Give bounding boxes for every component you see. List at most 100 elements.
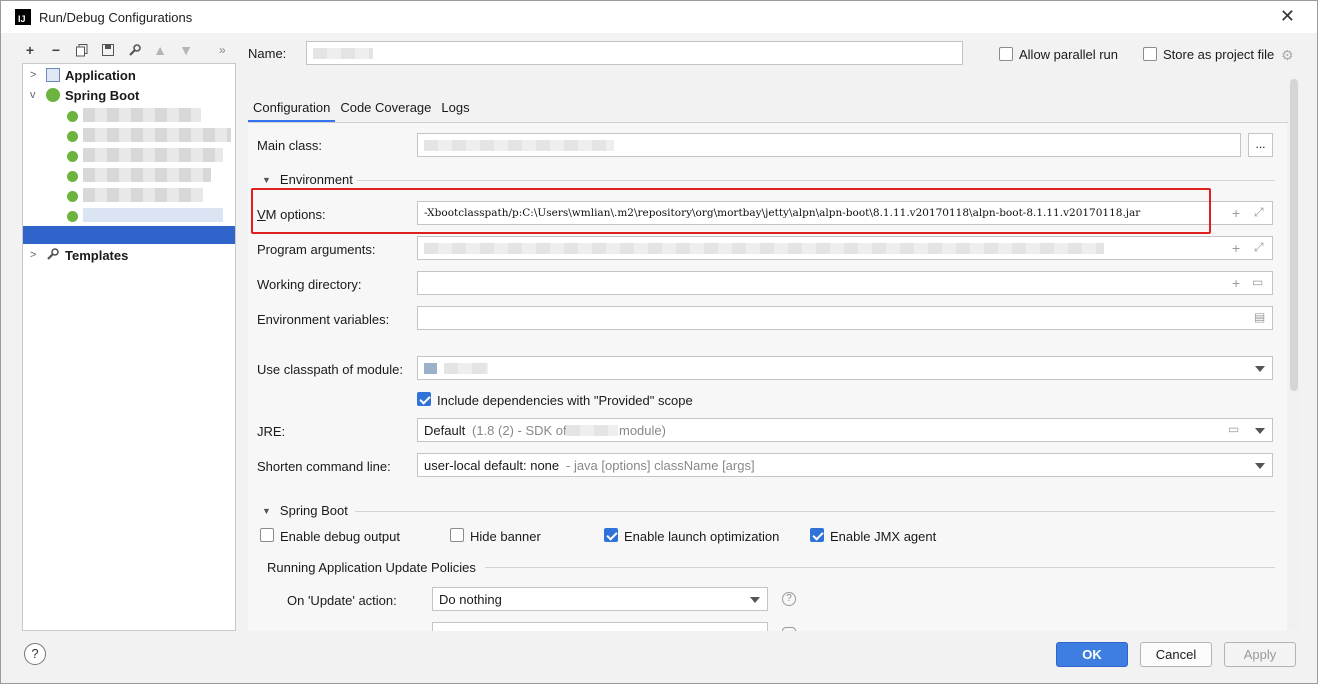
include-dependencies-label: Include dependencies with "Provided" sco… (437, 393, 693, 408)
tree-item-redacted[interactable] (83, 188, 203, 202)
tree-item-redacted[interactable] (83, 148, 223, 162)
working-directory-label: Working directory: (257, 277, 362, 292)
folder-icon[interactable]: ▭ (1252, 275, 1263, 289)
help-button[interactable]: ? (24, 643, 46, 665)
tab-bar: Configuration Code Coverage Logs (248, 97, 475, 123)
classpath-module-select[interactable] (417, 356, 1273, 380)
chevron-down-icon: v (30, 89, 36, 101)
tree-node-spring-boot[interactable]: v Spring Boot (23, 85, 235, 105)
chevron-right-icon: > (30, 249, 37, 261)
tree-node-templates[interactable]: > Templates (23, 245, 235, 265)
arrow-up-icon[interactable]: ▲ (151, 41, 169, 59)
copy-icon[interactable] (73, 41, 91, 59)
on-update-value: Do nothing (439, 592, 502, 607)
program-arguments-label: Program arguments: (257, 242, 376, 257)
environment-section-toggle[interactable]: ▼ Environment (262, 172, 353, 187)
environment-section-title: Environment (279, 172, 353, 187)
save-icon[interactable] (99, 41, 117, 59)
spring-boot-config-icon (67, 171, 78, 182)
highlight-annotation-box (251, 188, 1211, 234)
plus-icon[interactable]: + (1232, 205, 1240, 221)
tree-item-redacted[interactable] (83, 108, 201, 122)
main-class-label: Main class: (257, 138, 323, 153)
on-update-select[interactable]: Do nothing (432, 587, 768, 611)
module-folder-icon (424, 363, 437, 374)
ok-button[interactable]: OK (1056, 642, 1128, 667)
enable-jmx-checkbox[interactable] (810, 528, 824, 542)
folder-icon[interactable]: ▭ (1228, 422, 1239, 436)
chevron-down-icon (750, 597, 760, 603)
main-class-browse-button[interactable]: ... (1248, 133, 1273, 157)
help-icon[interactable]: ? (782, 592, 796, 606)
hide-banner-label: Hide banner (470, 529, 541, 544)
environment-variables-label: Environment variables: (257, 312, 390, 327)
tree-node-application[interactable]: > Application (23, 65, 235, 85)
jre-hint-b: module) (619, 423, 666, 438)
enable-jmx-label: Enable JMX agent (830, 529, 937, 544)
collapse-triangle-icon: ▼ (262, 505, 271, 516)
configuration-tree[interactable]: > Application v Spring Boot > Templates (22, 63, 236, 631)
program-arguments-input[interactable]: + ⤢ (417, 236, 1273, 260)
tab-code-coverage[interactable]: Code Coverage (335, 97, 436, 123)
name-input[interactable] (306, 41, 963, 65)
cancel-button[interactable]: Cancel (1140, 642, 1212, 667)
jre-label: JRE: (257, 424, 286, 439)
enable-launch-optimization-checkbox[interactable] (604, 528, 618, 542)
plus-icon[interactable]: + (21, 41, 39, 59)
tree-item-selected[interactable] (23, 226, 235, 244)
expand-icon[interactable]: ⤢ (1254, 240, 1264, 255)
on-frame-deactivation-select[interactable] (432, 622, 768, 631)
wrench-icon[interactable] (125, 41, 143, 59)
store-project-label: Store as project file (1163, 47, 1275, 62)
tab-logs[interactable]: Logs (436, 97, 474, 123)
tree-label-spring-boot: Spring Boot (65, 87, 140, 103)
chevron-down-icon (1255, 463, 1265, 469)
plus-icon[interactable]: + (1232, 275, 1240, 291)
shorten-value: user-local default: none (424, 458, 560, 473)
tree-item-redacted[interactable] (83, 208, 223, 222)
include-dependencies-checkbox[interactable] (417, 392, 431, 406)
document-icon[interactable]: ▤ (1254, 310, 1265, 324)
update-policies-title: Running Application Update Policies (267, 560, 476, 575)
allow-parallel-checkbox[interactable] (999, 47, 1013, 61)
minus-icon[interactable]: − (47, 41, 65, 59)
environment-separator (357, 180, 1275, 181)
plus-icon[interactable]: + (1232, 240, 1240, 256)
expand-icon[interactable]: ⤢ (1254, 205, 1264, 220)
on-update-label: On 'Update' action: (287, 593, 397, 608)
enable-debug-checkbox[interactable] (260, 528, 274, 542)
wrench-icon (46, 248, 60, 262)
hide-banner-checkbox[interactable] (450, 528, 464, 542)
tree-item-redacted[interactable] (83, 128, 231, 142)
working-directory-input[interactable]: + ▭ (417, 271, 1273, 295)
shorten-command-select[interactable]: user-local default: none - java [options… (417, 453, 1273, 477)
spring-boot-config-icon (67, 151, 78, 162)
title-bar: IJ Run/Debug Configurations ✕ (1, 1, 1317, 33)
spring-boot-section-title: Spring Boot (279, 503, 348, 518)
spring-boot-config-icon (67, 111, 78, 122)
chevron-down-icon (1255, 428, 1265, 434)
application-icon (46, 68, 60, 82)
close-icon[interactable]: ✕ (1280, 7, 1295, 25)
collapse-triangle-icon: ▼ (262, 174, 271, 185)
spring-boot-section-toggle[interactable]: ▼ Spring Boot (262, 503, 348, 518)
tab-configuration[interactable]: Configuration (248, 97, 336, 123)
jre-select[interactable]: Default (1.8 (2) - SDK of module) ▭ (417, 418, 1273, 442)
intellij-logo-icon: IJ (15, 9, 31, 25)
tree-item-redacted[interactable] (83, 168, 211, 182)
shorten-command-label: Shorten command line: (257, 459, 391, 474)
apply-button[interactable]: Apply (1224, 642, 1296, 667)
store-project-checkbox[interactable] (1143, 47, 1157, 61)
help-icon[interactable] (782, 627, 796, 631)
gear-icon[interactable]: ⚙ (1281, 47, 1294, 64)
arrow-down-icon[interactable]: ▼ (177, 41, 195, 59)
spring-boot-config-icon (67, 191, 78, 202)
panel-scrollbar-thumb[interactable] (1290, 79, 1298, 391)
classpath-module-label: Use classpath of module: (257, 362, 403, 377)
more-icon[interactable]: » (219, 43, 226, 57)
main-class-input[interactable] (417, 133, 1241, 157)
name-label: Name: (248, 46, 287, 61)
run-debug-configurations-dialog: IJ Run/Debug Configurations ✕ + − ▲ ▼ » … (0, 0, 1318, 684)
jre-default: Default (424, 423, 466, 438)
environment-variables-input[interactable]: ▤ (417, 306, 1273, 330)
